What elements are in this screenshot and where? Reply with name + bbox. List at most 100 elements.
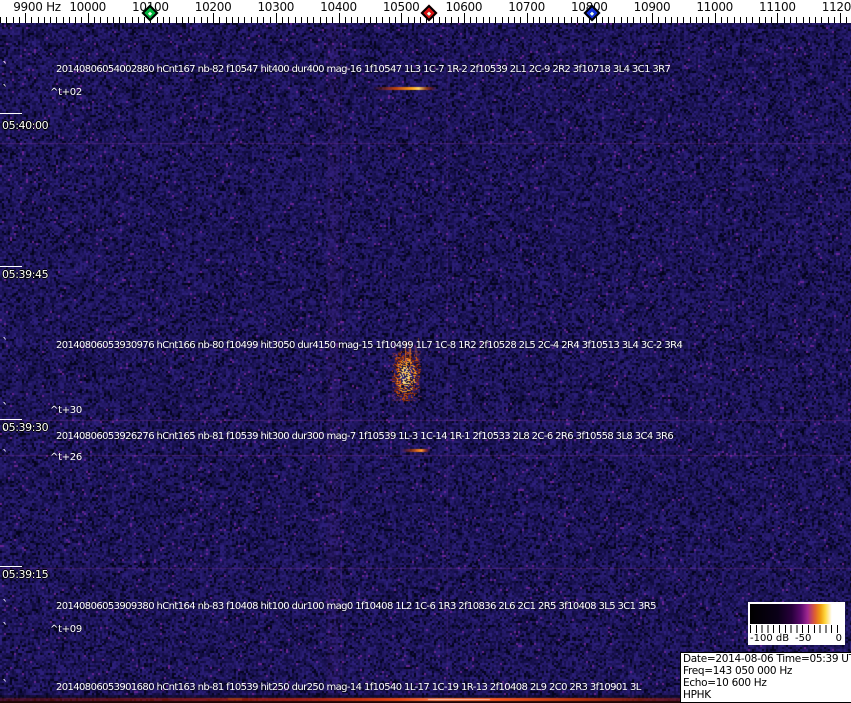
ruler-label: 11000: [696, 0, 734, 14]
ruler-tick: [344, 17, 346, 23]
ruler-tick: [840, 13, 842, 23]
ruler-tick: [332, 17, 334, 23]
ruler-tick: [257, 17, 258, 23]
ruler-label: 10700: [508, 0, 545, 14]
ruler-tick: [564, 17, 566, 23]
ruler-tick: [250, 17, 252, 23]
ruler-tick: [583, 17, 584, 23]
ruler-tick: [119, 17, 120, 23]
ruler-tick: [833, 17, 835, 23]
ruler-tick: [545, 17, 547, 23]
ruler-tick: [413, 17, 415, 23]
ruler-tick: [689, 17, 691, 23]
ruler-tick: [112, 17, 114, 23]
ruler-tick: [300, 17, 302, 23]
ruler-tick: [846, 17, 848, 23]
ruler-tick: [639, 17, 641, 23]
ruler-tick: [470, 17, 472, 23]
ruler-tick: [294, 17, 296, 23]
ruler-label: 9900 Hz: [13, 0, 61, 14]
ruler-tick: [432, 17, 434, 23]
ruler-tick: [683, 17, 685, 23]
ruler-tick: [777, 13, 779, 23]
ruler-tick: [821, 17, 823, 23]
info-echo-frequency: Echo=10 600 Hz: [683, 677, 767, 689]
ruler-tick: [363, 17, 365, 23]
marker-red-diamond-icon[interactable]: [420, 4, 438, 22]
ruler-label: 10300: [257, 0, 295, 14]
ruler-tick: [206, 17, 208, 23]
ruler-tick: [670, 17, 672, 23]
ruler-label: 11100: [759, 0, 796, 14]
info-station-code: HPHK: [683, 689, 711, 701]
ruler-tick: [238, 17, 240, 23]
ruler-tick: [219, 17, 221, 23]
ruler-tick: [338, 13, 340, 23]
color-gradient-bar: [750, 604, 843, 624]
ruler-tick: [18, 17, 20, 23]
ruler-tick: [401, 13, 403, 23]
ruler-tick: [457, 17, 459, 23]
diamond-center-dot: [148, 11, 153, 16]
ruler-tick: [746, 17, 747, 23]
ruler-tick: [520, 17, 522, 23]
ruler-tick: [702, 17, 704, 23]
ruler-tick: [37, 17, 39, 23]
ruler-tick: [31, 17, 33, 23]
ruler-tick: [708, 17, 710, 23]
ruler-tick: [175, 17, 177, 23]
ruler-tick: [263, 17, 265, 23]
color-scale-ticks: [750, 625, 843, 633]
ruler-tick: [194, 17, 196, 23]
ruler-tick: [733, 17, 735, 23]
ruler-tick: [282, 17, 284, 23]
info-date-time: Date=2014-08-06 Time=05:39 UTC: [683, 653, 851, 665]
ruler-tick: [827, 17, 829, 23]
ruler-tick: [695, 17, 697, 23]
ruler-tick: [144, 17, 146, 23]
ruler-tick: [796, 17, 798, 23]
ruler-tick: [626, 17, 628, 23]
ruler-tick: [81, 17, 83, 23]
ruler-tick: [25, 13, 26, 23]
ruler-tick: [43, 17, 45, 23]
ruler-tick: [12, 17, 14, 23]
ruler-tick: [783, 17, 785, 23]
ruler-tick: [420, 17, 421, 23]
ruler-tick: [131, 17, 133, 23]
ruler-label: 10400: [320, 0, 357, 14]
ruler-tick: [658, 17, 660, 23]
ruler-tick: [68, 17, 70, 23]
ruler-tick: [802, 17, 804, 23]
ruler-label: 11200: [821, 0, 851, 14]
ruler-tick: [87, 13, 89, 23]
ruler-tick: [771, 17, 773, 23]
ruler-tick: [231, 17, 233, 23]
ruler-tick: [815, 17, 816, 23]
ruler-tick: [652, 13, 653, 23]
ruler-tick: [181, 17, 183, 23]
ruler-tick: [438, 17, 440, 23]
status-info-box: Date=2014-08-06 Time=05:39 UTC Freq=143 …: [680, 652, 851, 703]
ruler-tick: [721, 17, 722, 23]
ruler-tick: [94, 17, 95, 23]
ruler-tick: [125, 17, 127, 23]
ruler-tick: [451, 17, 453, 23]
scale-label-mid: -50: [795, 633, 812, 644]
ruler-tick: [752, 17, 754, 23]
ruler-label: 10200: [194, 0, 232, 14]
ruler-tick: [558, 17, 559, 23]
ruler-tick: [75, 17, 77, 23]
scale-label-min: -100 dB: [750, 633, 790, 644]
ruler-tick: [200, 17, 202, 23]
ruler-tick: [677, 17, 679, 23]
ruler-tick: [156, 17, 158, 23]
ruler-tick: [106, 17, 108, 23]
ruler-tick: [137, 17, 139, 23]
ruler-tick: [482, 17, 484, 23]
ruler-tick: [382, 17, 384, 23]
ruler-tick: [394, 17, 396, 23]
ruler-tick: [789, 17, 791, 23]
ruler-tick: [489, 17, 490, 23]
ruler-tick: [56, 17, 58, 23]
